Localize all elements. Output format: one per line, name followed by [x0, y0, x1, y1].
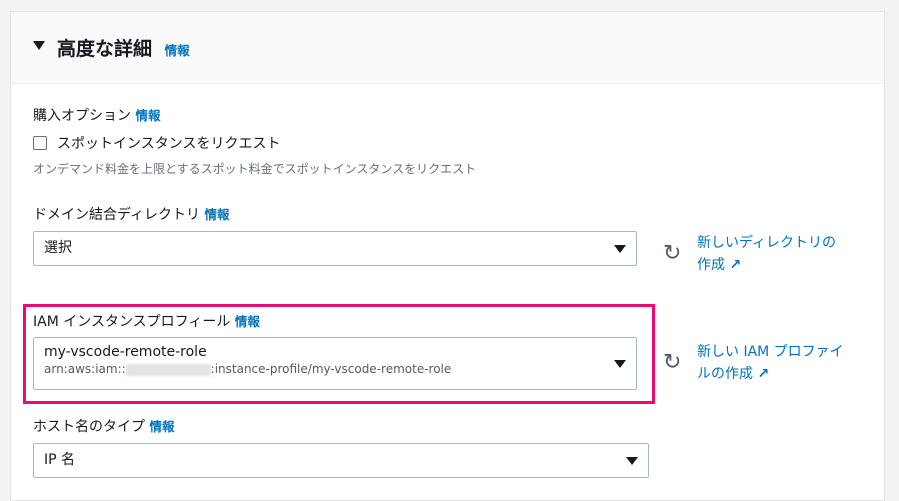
info-link[interactable]: 情報 [135, 108, 160, 123]
iam-arn: arn:aws:iam:::instance-profile/my-vscode… [44, 362, 626, 376]
refresh-icon[interactable]: ↻ [663, 350, 681, 375]
info-link[interactable]: 情報 [165, 43, 190, 58]
link-line1: 新しい IAM プロファイ [697, 344, 844, 360]
purchase-option-label: 購入オプション 情報 [33, 105, 160, 125]
domain-select-value: 選択 [44, 240, 72, 256]
external-link-icon: ↗ [729, 257, 742, 273]
purchase-label-text: 購入オプション [33, 108, 131, 124]
checkbox-label: スポットインスタンスをリクエスト [57, 136, 281, 152]
link-line2: 作成 [697, 257, 725, 273]
external-link-icon: ↗ [757, 366, 770, 382]
refresh-icon[interactable]: ↻ [663, 241, 681, 266]
iam-profile-label: IAM インスタンスプロフィール 情報 [33, 311, 260, 331]
iam-profile-select[interactable]: my-vscode-remote-role arn:aws:iam:::inst… [33, 337, 637, 390]
info-link[interactable]: 情報 [235, 314, 260, 329]
hostname-type-label: ホスト名のタイプ 情報 [33, 416, 174, 436]
arn-prefix: arn:aws:iam:: [44, 362, 126, 376]
link-line1: 新しいディレクトリの [697, 235, 837, 251]
domain-label-text: ドメイン結合ディレクトリ [33, 207, 201, 223]
create-iam-profile-link[interactable]: 新しい IAM プロファイ ルの作成 ↗ [697, 341, 844, 385]
caret-down-icon [614, 244, 626, 253]
section-header[interactable]: 高度な詳細 情報 [11, 12, 884, 84]
arn-suffix: :instance-profile/my-vscode-remote-role [210, 362, 452, 376]
hostname-label-text: ホスト名のタイプ [33, 419, 145, 435]
section-title: 高度な詳細 情報 [57, 34, 190, 61]
hostname-type-select[interactable]: IP 名 [33, 443, 649, 478]
domain-directory-label: ドメイン結合ディレクトリ 情報 [33, 204, 230, 224]
iam-label-text: IAM インスタンスプロフィール [33, 314, 231, 330]
section-title-text: 高度な詳細 [57, 38, 153, 60]
info-link[interactable]: 情報 [204, 207, 229, 222]
info-link[interactable]: 情報 [149, 419, 174, 434]
spot-instance-checkbox-row[interactable]: スポットインスタンスをリクエスト [33, 133, 280, 153]
caret-down-icon [614, 359, 626, 368]
link-line2: ルの作成 [697, 366, 753, 382]
create-directory-link[interactable]: 新しいディレクトリの 作成 ↗ [697, 232, 836, 276]
hostname-select-value: IP 名 [44, 452, 76, 468]
redacted-account-id [125, 363, 211, 376]
spot-instance-checkbox[interactable] [33, 136, 47, 150]
iam-select-value: my-vscode-remote-role [44, 344, 207, 360]
advanced-details-panel: 高度な詳細 情報 購入オプション 情報 スポットインスタンスをリクエスト オンデ… [10, 11, 885, 501]
spot-description: オンデマンド料金を上限とするスポット料金でスポットインスタンスをリクエスト [33, 162, 477, 176]
domain-directory-select[interactable]: 選択 [33, 231, 637, 266]
caret-down-icon [626, 456, 638, 465]
expand-triangle-icon[interactable] [33, 41, 45, 50]
